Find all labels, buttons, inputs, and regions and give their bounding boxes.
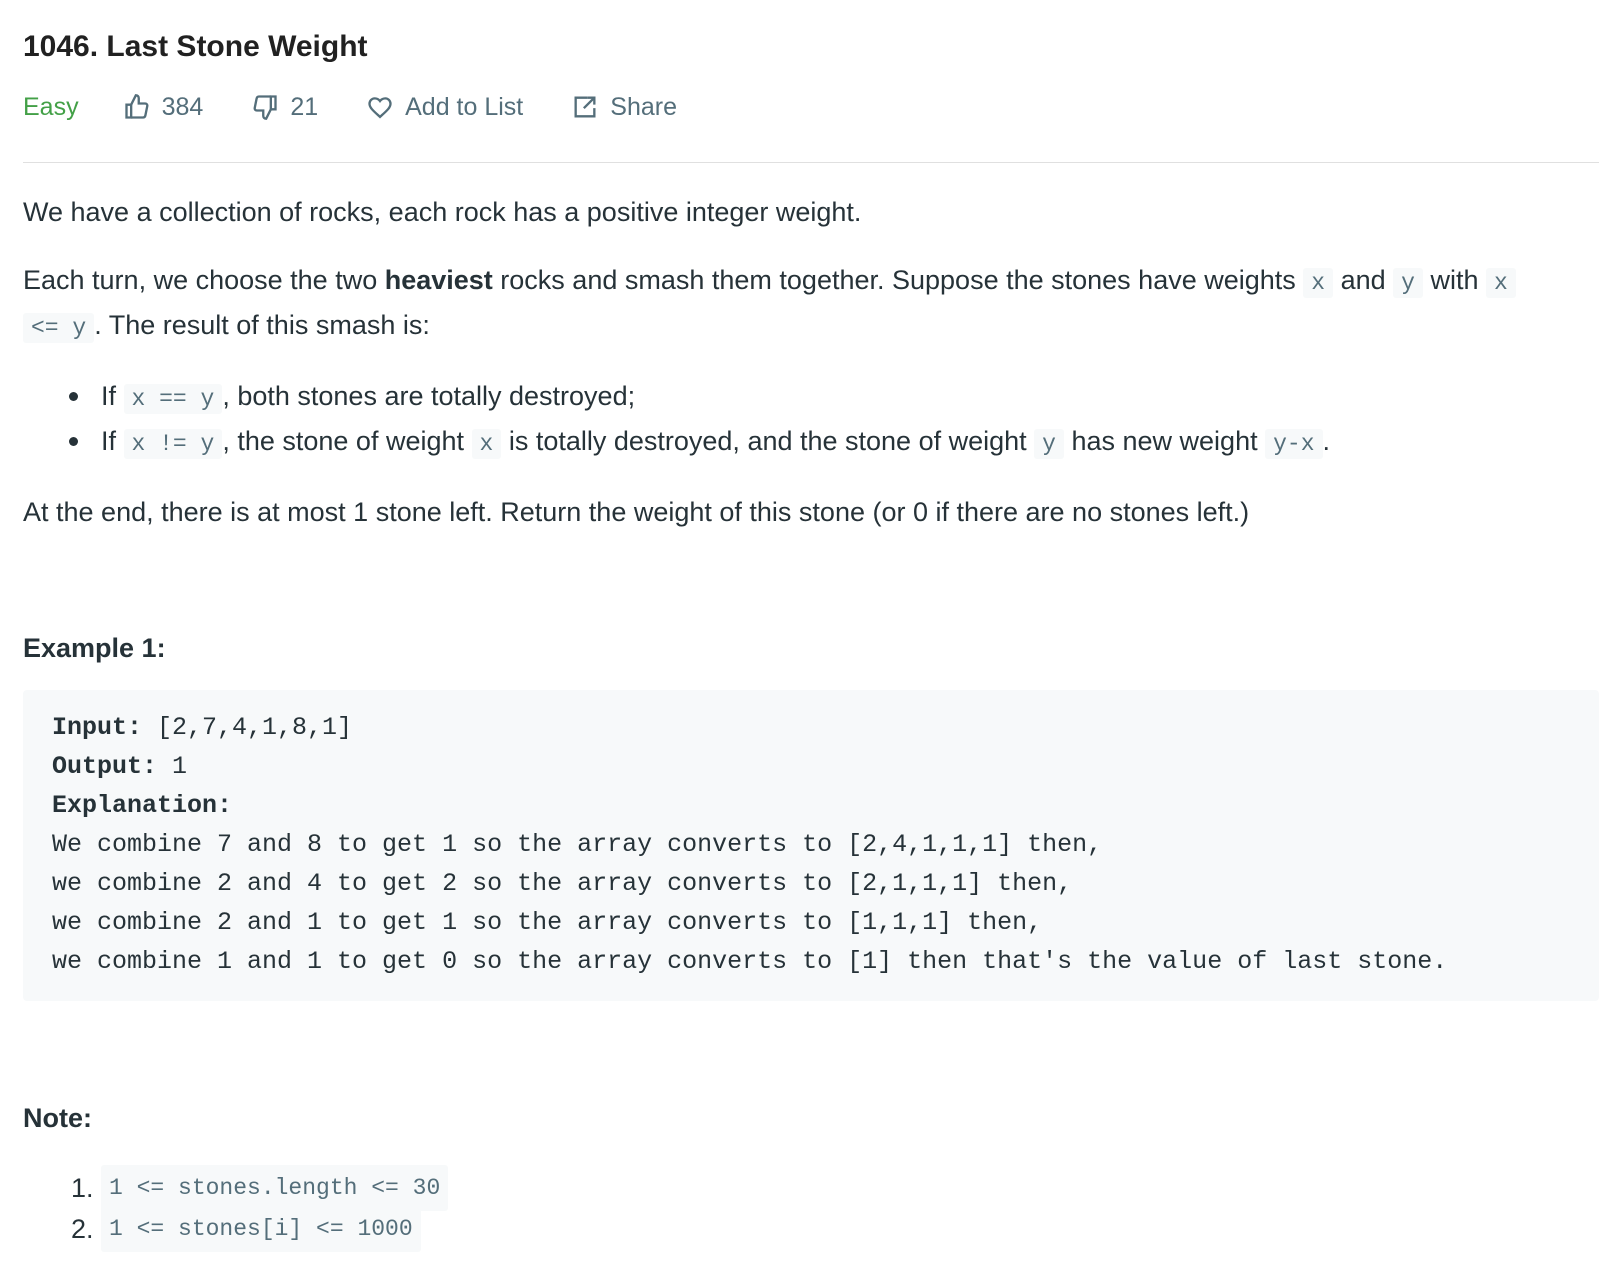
list-item: 2. 1 <= stones[i] <= 1000 bbox=[71, 1205, 1587, 1252]
explanation-line: We combine 7 and 8 to get 1 so the array… bbox=[52, 830, 1103, 859]
share-label: Share bbox=[610, 93, 677, 121]
text-segment: has new weight bbox=[1063, 426, 1266, 456]
text-segment: . The result of this smash is: bbox=[94, 310, 430, 340]
inline-code-y: y bbox=[1393, 268, 1423, 298]
text-segment: , both stones are totally destroyed; bbox=[222, 381, 636, 411]
description-paragraph-2: Each turn, we choose the two heaviest ro… bbox=[23, 259, 1587, 349]
dislike-button[interactable]: 21 bbox=[251, 86, 318, 128]
example-code-block: Input: [2,7,4,1,8,1] Output: 1 Explanation… bbox=[23, 690, 1599, 1001]
list-item: If x == y, both stones are totally destr… bbox=[69, 375, 1587, 420]
inline-code-x: x bbox=[1486, 268, 1516, 298]
text-segment: with bbox=[1422, 265, 1486, 295]
text-segment: and bbox=[1333, 265, 1394, 295]
inline-code-y: y bbox=[1034, 429, 1064, 459]
list-number: 2. bbox=[71, 1213, 94, 1244]
constraint-code: 1 <= stones[i] <= 1000 bbox=[101, 1205, 421, 1252]
text-segment: rocks and smash them together. Suppose t… bbox=[492, 265, 1304, 295]
list-item: 1. 1 <= stones.length <= 30 bbox=[71, 1164, 1587, 1211]
share-button[interactable]: Share bbox=[571, 86, 677, 128]
add-to-list-label: Add to List bbox=[405, 93, 524, 121]
input-value: [2,7,4,1,8,1] bbox=[142, 713, 353, 742]
explanation-label-text: Explanation: bbox=[52, 791, 233, 820]
inline-code-y-minus-x: y-x bbox=[1265, 429, 1323, 459]
description-paragraph-1: We have a collection of rocks, each rock… bbox=[23, 197, 862, 227]
inline-code-equal: x == y bbox=[123, 384, 223, 414]
example-output-line: Output: 1 bbox=[52, 747, 1570, 786]
dislike-count: 21 bbox=[290, 93, 319, 121]
text-segment: If bbox=[101, 426, 124, 456]
smash-rules-list: If x == y, both stones are totally destr… bbox=[23, 375, 1587, 465]
like-button[interactable]: 384 bbox=[123, 86, 204, 128]
like-count: 384 bbox=[161, 93, 204, 121]
share-icon bbox=[574, 96, 596, 118]
add-to-list-button[interactable]: Add to List bbox=[366, 86, 523, 128]
constraints-list: 1. 1 <= stones.length <= 30 2. 1 <= ston… bbox=[23, 1164, 1587, 1252]
constraint-code: 1 <= stones.length <= 30 bbox=[101, 1164, 449, 1211]
example-heading: Example 1: bbox=[23, 633, 166, 663]
output-value: 1 bbox=[157, 752, 188, 781]
example-input-line: Input: [2,7,4,1,8,1] bbox=[52, 708, 1570, 747]
inline-code-not-equal: x != y bbox=[123, 429, 223, 459]
text-segment: , the stone of weight bbox=[222, 426, 472, 456]
text-segment: If bbox=[101, 381, 124, 411]
explanation-line: we combine 1 and 1 to get 0 so the array… bbox=[52, 947, 1448, 976]
problem-page: 1046. Last Stone Weight Easy 384 21 Add … bbox=[0, 0, 1610, 1282]
list-item: If x != y, the stone of weight x is tota… bbox=[69, 420, 1587, 465]
difficulty-label: Easy bbox=[23, 93, 79, 121]
problem-description: We have a collection of rocks, each rock… bbox=[23, 163, 1599, 1252]
note-heading: Note: bbox=[23, 1103, 92, 1133]
output-label: Output: bbox=[52, 752, 158, 781]
explanation-line: we combine 2 and 4 to get 2 so the array… bbox=[52, 869, 1073, 898]
thumbs-down-icon bbox=[253, 95, 277, 120]
inline-code-x: x bbox=[471, 429, 502, 459]
input-label: Input: bbox=[52, 713, 143, 742]
text-segment: is totally destroyed, and the stone of w… bbox=[501, 426, 1035, 456]
thumbs-up-icon bbox=[124, 94, 149, 119]
explanation-line: we combine 2 and 1 to get 1 so the array… bbox=[52, 908, 1043, 937]
inline-code-x: x bbox=[1303, 268, 1334, 298]
text-segment: Each turn, we choose the two bbox=[23, 265, 385, 295]
heart-icon bbox=[368, 97, 392, 119]
list-number: 1. bbox=[71, 1172, 94, 1203]
description-paragraph-3: At the end, there is at most 1 stone lef… bbox=[23, 497, 1250, 527]
explanation-label: Explanation: bbox=[52, 786, 1570, 825]
problem-title: 1046. Last Stone Weight bbox=[23, 30, 368, 63]
text-segment: . bbox=[1322, 426, 1331, 456]
bold-heaviest: heaviest bbox=[384, 265, 493, 295]
problem-meta-bar: Easy 384 21 Add to List Share bbox=[23, 83, 1587, 131]
inline-code-le-y: <= y bbox=[23, 313, 95, 343]
